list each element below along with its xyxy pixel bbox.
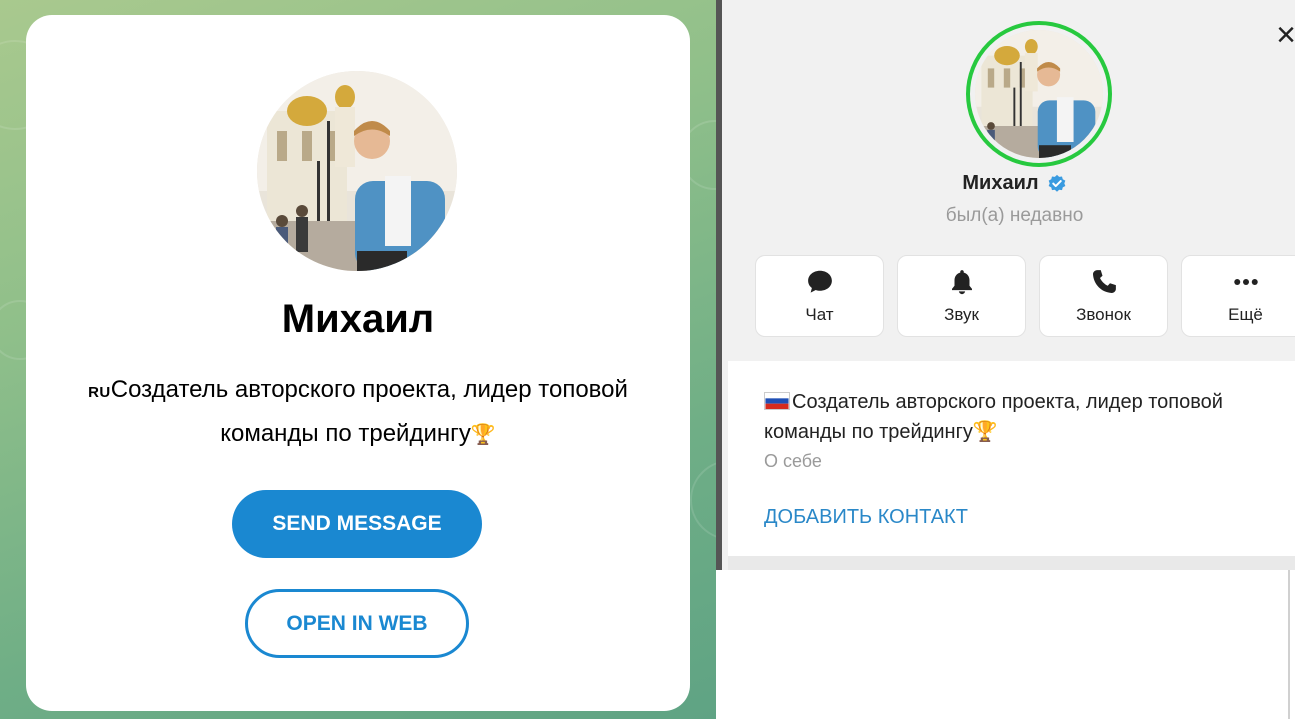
- last-seen-status: был(а) недавно: [945, 205, 1084, 226]
- bell-icon: [951, 270, 972, 295]
- profile-bio: RUСоздатель авторского проекта, лидер то…: [46, 369, 670, 456]
- more-label: Ещё: [1228, 305, 1263, 324]
- russia-flag-icon: [764, 392, 790, 410]
- profile-name: Михаил: [962, 172, 1039, 194]
- profile-info-section: Создатель авторского проекта, лидер топо…: [728, 361, 1295, 556]
- telegram-background: Михаил RUСоздатель авторского проекта, л…: [0, 0, 716, 719]
- more-icon: [1233, 279, 1258, 285]
- avatar-photo: [257, 71, 457, 271]
- bio-line1: Создатель авторского проекта, лидер топо…: [110, 376, 628, 403]
- profile-card: Михаил RUСоздатель авторского проекта, л…: [26, 15, 690, 711]
- bio-line2: команды по трейдингу: [764, 421, 973, 443]
- bio-line1: Создатель авторского проекта, лидер топо…: [792, 391, 1223, 413]
- profile-header: × Михаил был(а) недавно Чат Звук Звонок …: [728, 0, 1295, 361]
- bio-caption: О себе: [764, 451, 822, 471]
- close-icon[interactable]: ×: [1271, 18, 1295, 52]
- panel-divider: [728, 556, 1295, 570]
- phone-icon: [1092, 270, 1116, 293]
- profile-panel: × Михаил был(а) недавно Чат Звук Звонок …: [716, 0, 1295, 570]
- sound-button[interactable]: Звук: [897, 255, 1026, 337]
- verified-badge-icon: [1048, 174, 1065, 192]
- chat-button[interactable]: Чат: [755, 255, 884, 337]
- avatar-photo: [975, 30, 1103, 158]
- bio-line2: команды по трейдингу: [220, 420, 471, 447]
- avatar: [257, 71, 457, 271]
- call-label: Звонок: [1076, 305, 1131, 324]
- profile-name: Михаил: [281, 297, 435, 341]
- avatar: [975, 30, 1103, 158]
- open-in-web-button[interactable]: OPEN IN WEB: [245, 589, 469, 658]
- profile-actions: Чат Звук Звонок Ещё: [755, 255, 1295, 337]
- profile-bio: Создатель авторского проекта, лидер топо…: [764, 387, 1274, 447]
- trophy-icon: 🏆: [470, 424, 496, 446]
- trophy-icon: 🏆: [972, 421, 998, 443]
- chat-icon: [807, 270, 832, 293]
- background-pattern: [690, 460, 716, 540]
- sound-label: Звук: [944, 305, 979, 324]
- call-button[interactable]: Звонок: [1039, 255, 1168, 337]
- profile-name-row: Михаил: [728, 172, 1295, 195]
- chat-label: Чат: [805, 305, 834, 324]
- avatar-story-ring[interactable]: [966, 21, 1112, 167]
- add-contact-link[interactable]: ДОБАВИТЬ КОНТАКТ: [764, 506, 968, 529]
- country-code: RU: [88, 384, 111, 401]
- divider: [1288, 570, 1290, 719]
- more-button[interactable]: Ещё: [1181, 255, 1295, 337]
- send-message-button[interactable]: SEND MESSAGE: [232, 490, 482, 558]
